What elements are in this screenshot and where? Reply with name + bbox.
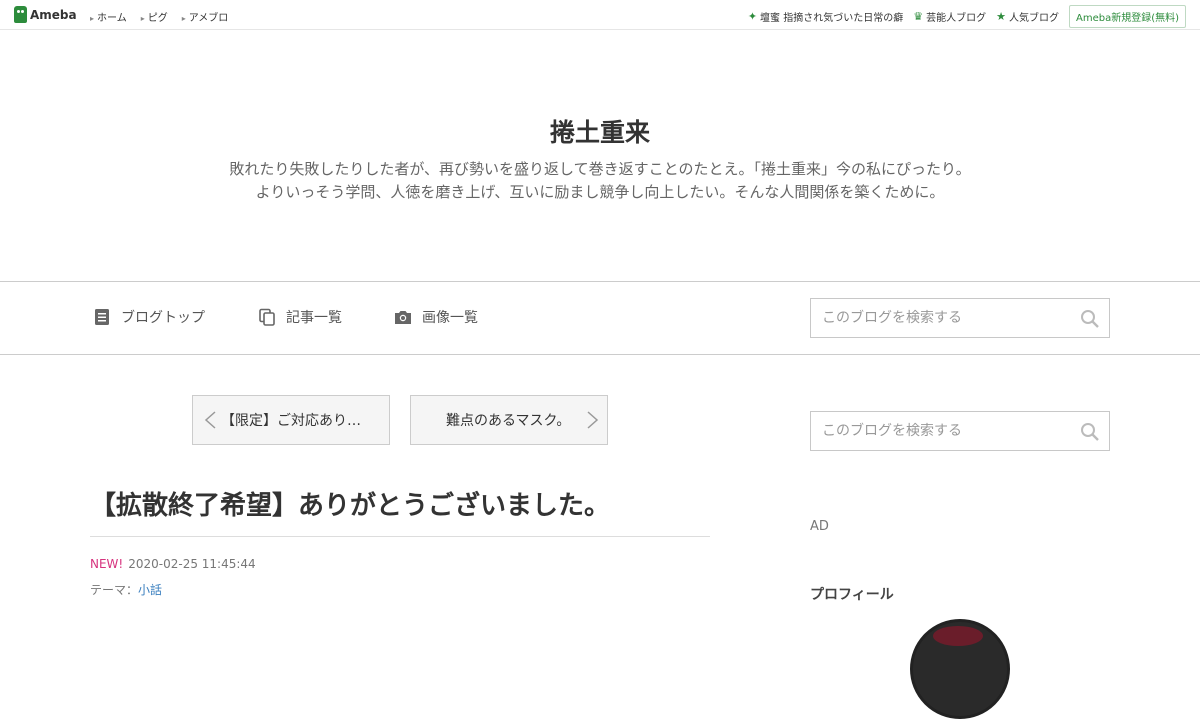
next-article-button[interactable]: 難点のあるマスク。 — [410, 395, 608, 445]
prev-article-button[interactable]: 【限定】ご対応あり… — [192, 395, 390, 445]
article-meta: NEW! 2020-02-25 11:45:44 — [90, 557, 256, 571]
trending-link-label: 壇蜜 指摘され気づいた日常の癖 — [760, 13, 904, 24]
header-links: ✦ 壇蜜 指摘され気づいた日常の癖 ♛ 芸能人ブログ ★ 人気ブログ Ameba… — [748, 5, 1186, 28]
blog-description: 敗れたり失敗したりした者が、再び勢いを盛り返して巻き返すことのたとえ。「捲土重来… — [0, 158, 1200, 204]
celebrity-blog-link[interactable]: ♛ 芸能人ブログ — [913, 9, 986, 24]
theme-link[interactable]: 小話 — [138, 583, 162, 597]
global-header: Ameba ホーム ピグ アメブロ ✦ 壇蜜 指摘され気づいた日常の癖 ♛ 芸能… — [0, 0, 1200, 30]
popular-blog-link[interactable]: ★ 人気ブログ — [996, 9, 1059, 24]
blog-title[interactable]: 捲土重来 — [0, 113, 1200, 149]
document-icon — [95, 309, 109, 325]
nav-article-list-label: 記事一覧 — [286, 310, 342, 326]
crown-icon: ♛ — [913, 10, 924, 23]
ameba-logo-icon — [14, 6, 27, 23]
popular-blog-label: 人気ブログ — [1008, 13, 1059, 24]
avatar[interactable] — [910, 619, 1010, 719]
profile-heading: プロフィール — [810, 587, 894, 603]
blog-description-line-1: 敗れたり失敗したりした者が、再び勢いを盛り返して巻き返すことのたとえ。「捲土重来… — [229, 160, 971, 178]
sparkle-icon: ✦ — [747, 10, 758, 23]
ameba-logo-text: Ameba — [30, 7, 77, 22]
trending-link[interactable]: ✦ 壇蜜 指摘され気づいた日常の癖 — [748, 9, 903, 24]
chevron-right-icon — [587, 411, 599, 429]
chevron-left-icon — [204, 411, 216, 429]
copy-icon — [259, 308, 275, 326]
ad-label: AD — [810, 519, 829, 534]
global-nav: ホーム ピグ アメブロ — [90, 9, 228, 24]
register-button[interactable]: Ameba新規登録(無料) — [1068, 5, 1186, 28]
nav-article-list[interactable]: 記事一覧 — [258, 307, 342, 327]
celebrity-blog-label: 芸能人ブログ — [926, 13, 987, 24]
theme-label: テーマ： — [90, 583, 139, 597]
nav-image-list[interactable]: 画像一覧 — [394, 307, 478, 327]
global-nav-home[interactable]: ホーム — [90, 9, 127, 24]
sidebar-search — [810, 411, 1110, 451]
article-theme: テーマ：小話 — [90, 581, 162, 598]
prev-article-title: 【限定】ご対応あり… — [221, 413, 361, 429]
global-nav-ameblo[interactable]: アメブロ — [182, 9, 229, 24]
blog-nav: ブログトップ 記事一覧 画像一覧 — [0, 281, 1200, 355]
global-nav-pigg[interactable]: ピグ — [141, 9, 168, 24]
article-date: 2020-02-25 11:45:44 — [128, 557, 256, 571]
new-badge: NEW! — [90, 557, 124, 571]
nav-image-list-label: 画像一覧 — [422, 310, 478, 326]
search-icon[interactable] — [1080, 309, 1100, 329]
ameba-logo[interactable]: Ameba — [14, 6, 77, 23]
blog-header: 捲土重来 敗れたり失敗したりした者が、再び勢いを盛り返して巻き返すことのたとえ。… — [0, 31, 1200, 281]
article-title[interactable]: 【拡散終了希望】ありがとうございました。 — [90, 485, 710, 522]
blog-description-line-2: よりいっそう学問、人徳を磨き上げ、互いに励まし競争し向上したい。そんな人間関係を… — [255, 183, 945, 201]
search-icon[interactable] — [1080, 422, 1100, 442]
camera-icon — [395, 311, 411, 324]
blog-search — [810, 298, 1110, 338]
title-divider — [90, 536, 710, 537]
blog-search-input[interactable] — [811, 300, 1071, 336]
next-article-title: 難点のあるマスク。 — [446, 413, 571, 429]
sidebar-search-input[interactable] — [811, 413, 1071, 449]
nav-blog-top-label: ブログトップ — [121, 310, 205, 326]
nav-blog-top[interactable]: ブログトップ — [93, 307, 205, 327]
star-icon: ★ — [996, 10, 1006, 23]
